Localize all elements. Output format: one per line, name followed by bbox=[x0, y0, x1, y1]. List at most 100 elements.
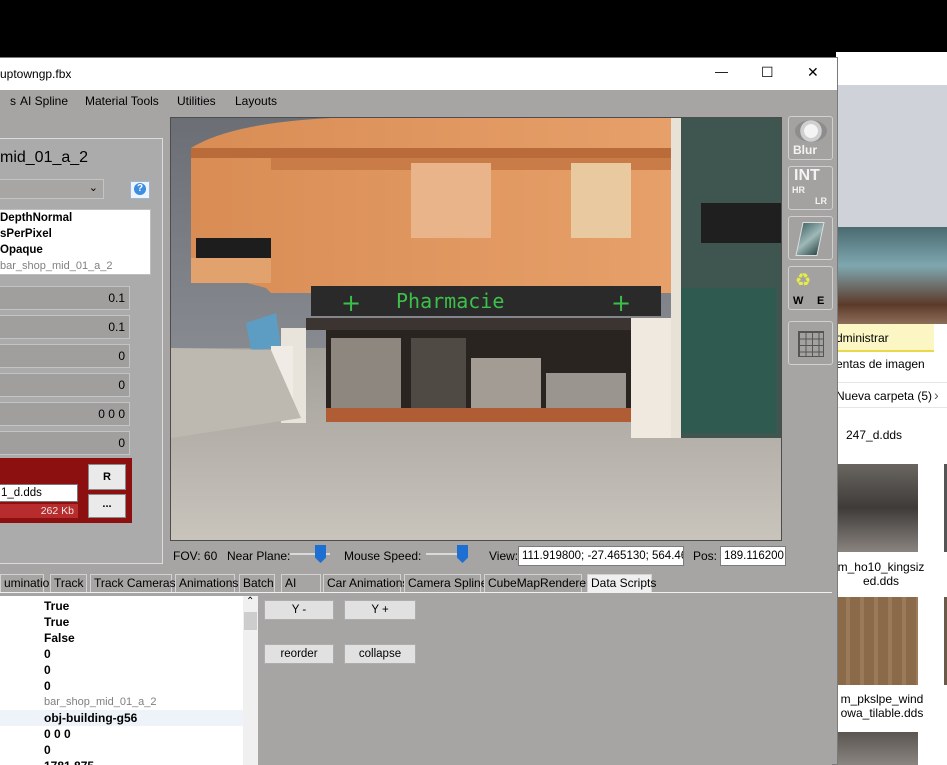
maximize-button[interactable]: ☐ bbox=[761, 64, 774, 81]
object-properties-list[interactable]: True True False 0 0 0 bar_shop_mid_01_a_2 obj-b… bbox=[0, 596, 243, 765]
property-value: bar_shop_mid_01_a_2 bbox=[44, 696, 157, 708]
help-icon: ? bbox=[134, 183, 146, 195]
property-value: False bbox=[44, 631, 75, 645]
flag-perpixel: sPerPixel bbox=[0, 228, 52, 240]
mesh-name: mid_01_a_2 bbox=[0, 149, 89, 166]
menu-item-material-tools[interactable]: Material Tools bbox=[85, 94, 159, 108]
texture-browse-button[interactable]: ... bbox=[88, 494, 126, 518]
mouse-speed-label: Mouse Speed: bbox=[344, 549, 422, 563]
file-label-3[interactable]: m_pkslpe_wind owa_tilable.dds bbox=[836, 692, 928, 720]
reorder-button[interactable]: reorder bbox=[264, 644, 334, 664]
svg-text:+: + bbox=[341, 289, 361, 317]
property-value: 0 bbox=[44, 743, 51, 757]
value-field-3[interactable]: 0 bbox=[0, 344, 130, 368]
value-field-4[interactable]: 0 bbox=[0, 373, 130, 397]
property-row[interactable]: 0 bbox=[0, 742, 243, 758]
file-thumbnail-4[interactable] bbox=[836, 732, 918, 765]
3d-viewport[interactable]: Pharmacie + + bbox=[170, 117, 782, 541]
texture-reset-button[interactable]: R bbox=[88, 464, 126, 490]
scroll-up-icon[interactable]: ⌃ bbox=[246, 596, 254, 607]
desktop: dministrar entas de imagen Nueva carpeta… bbox=[0, 0, 947, 765]
value-field-5[interactable]: 0 0 0 bbox=[0, 402, 130, 426]
tab-car-animations[interactable]: Car Animations bbox=[323, 574, 408, 592]
hr-label: HR bbox=[792, 185, 805, 195]
property-row[interactable]: bar_shop_mid_01_a_2 bbox=[0, 694, 243, 710]
property-value: 0 bbox=[44, 647, 51, 661]
explorer-header bbox=[836, 85, 947, 245]
scroll-thumb[interactable] bbox=[244, 612, 257, 630]
int-tool-button[interactable]: INT HR LR bbox=[788, 166, 833, 210]
material-name: bar_shop_mid_01_a_2 bbox=[0, 260, 113, 272]
y-plus-button[interactable]: Y + bbox=[344, 600, 416, 620]
view-vector-field[interactable]: 111.919800; -27.465130; 564.466 bbox=[518, 546, 684, 566]
y-minus-button[interactable]: Y - bbox=[264, 600, 334, 620]
properties-scrollbar[interactable]: ⌃ bbox=[243, 596, 258, 765]
property-row[interactable]: 0 bbox=[0, 646, 243, 662]
grid-tool-button[interactable] bbox=[788, 321, 833, 365]
menu-item-ai-spline[interactable]: AI Spline bbox=[20, 94, 68, 108]
tab-animations[interactable]: Animations bbox=[175, 574, 238, 592]
admin-ribbon-tab[interactable]: dministrar bbox=[836, 324, 934, 352]
chevron-right-icon[interactable]: › bbox=[934, 387, 939, 403]
folder-breadcrumb[interactable]: Nueva carpeta (5) bbox=[836, 389, 932, 403]
blur-icon bbox=[795, 120, 827, 142]
title-bar: uptowngp.fbx — ☐ ✕ bbox=[0, 58, 837, 90]
tab-data-scripts[interactable]: Data Scripts bbox=[587, 574, 656, 592]
property-row[interactable]: True bbox=[0, 598, 243, 614]
minimize-button[interactable]: — bbox=[715, 64, 728, 79]
shader-flags-list[interactable]: DepthNormal sPerPixel Opaque bar_shop_mi… bbox=[0, 209, 151, 275]
position-field[interactable]: 189.116200; bbox=[720, 546, 786, 566]
weather-tool-button[interactable]: ♻ W E bbox=[788, 266, 833, 310]
shader-dropdown[interactable]: ⌄ bbox=[0, 179, 104, 199]
file-thumbnail-2[interactable] bbox=[836, 464, 918, 552]
near-plane-label: Near Plane: bbox=[227, 549, 291, 563]
texture-slot: 1_d.dds 262 Kb R ... bbox=[0, 458, 132, 523]
property-row[interactable]: 0 bbox=[0, 662, 243, 678]
property-row[interactable]: True bbox=[0, 614, 243, 630]
property-row[interactable]: obj-building-g56 bbox=[0, 710, 243, 726]
chevron-down-icon: ⌄ bbox=[88, 182, 98, 194]
property-row[interactable]: False bbox=[0, 630, 243, 646]
pharmacy-sign: Pharmacie bbox=[396, 289, 504, 313]
texture-tool-button[interactable] bbox=[788, 216, 833, 260]
value-field-1[interactable]: 0.1 bbox=[0, 286, 130, 310]
blur-tool-button[interactable]: Blur bbox=[788, 116, 833, 160]
tab-ai[interactable]: AI bbox=[281, 574, 321, 592]
property-value: 0 bbox=[44, 663, 51, 677]
tab-track-cameras[interactable]: Track Cameras bbox=[90, 574, 176, 592]
value-field-6[interactable]: 0 bbox=[0, 431, 130, 455]
admin-label: dministrar bbox=[836, 331, 889, 345]
file-label-1[interactable]: 247_d.dds bbox=[846, 428, 902, 442]
image-tools-label[interactable]: entas de imagen bbox=[836, 357, 925, 371]
scene-render: Pharmacie + + bbox=[171, 118, 781, 540]
tab-batch[interactable]: Batch bbox=[239, 574, 275, 592]
flag-depthnormal: DepthNormal bbox=[0, 212, 73, 224]
tab-cubemaprenderer[interactable]: CubeMapRenderer bbox=[484, 574, 590, 592]
tab-illumination[interactable]: umination bbox=[0, 574, 56, 592]
file-label-2[interactable]: m_ho10_kingsiz ed.dds bbox=[836, 560, 926, 588]
menu-item-s[interactable]: s bbox=[10, 94, 16, 108]
tab-camera-spline[interactable]: Camera Spline bbox=[404, 574, 487, 592]
e-label: E bbox=[817, 295, 825, 307]
property-row[interactable]: 1781.875 bbox=[0, 758, 243, 765]
property-row[interactable]: 0 0 0 bbox=[0, 726, 243, 742]
property-value: 0 0 0 bbox=[44, 727, 71, 741]
file-thumbnail-3[interactable] bbox=[836, 597, 918, 685]
lr-label: LR bbox=[815, 196, 827, 206]
collapse-button[interactable]: collapse bbox=[344, 644, 416, 664]
menu-item-layouts[interactable]: Layouts bbox=[235, 94, 277, 108]
close-button[interactable]: ✕ bbox=[807, 64, 819, 81]
property-value: 0 bbox=[44, 679, 51, 693]
texture-filename[interactable]: 1_d.dds bbox=[0, 484, 78, 502]
w-label: W bbox=[793, 295, 804, 307]
tab-track[interactable]: Track bbox=[50, 574, 87, 592]
svg-text:+: + bbox=[611, 289, 631, 317]
tool-tabs: umination Track Track Cameras Animations… bbox=[0, 574, 656, 592]
menu-item-utilities[interactable]: Utilities bbox=[177, 94, 216, 108]
texture-icon bbox=[795, 222, 825, 256]
value-field-2[interactable]: 0.1 bbox=[0, 315, 130, 339]
property-row[interactable]: 0 bbox=[0, 678, 243, 694]
material-properties-panel: mid_01_a_2 ⌄ ? DepthNormal sPerPixel Opa… bbox=[0, 138, 163, 564]
blur-label: Blur bbox=[793, 143, 817, 157]
help-button[interactable]: ? bbox=[130, 181, 150, 199]
